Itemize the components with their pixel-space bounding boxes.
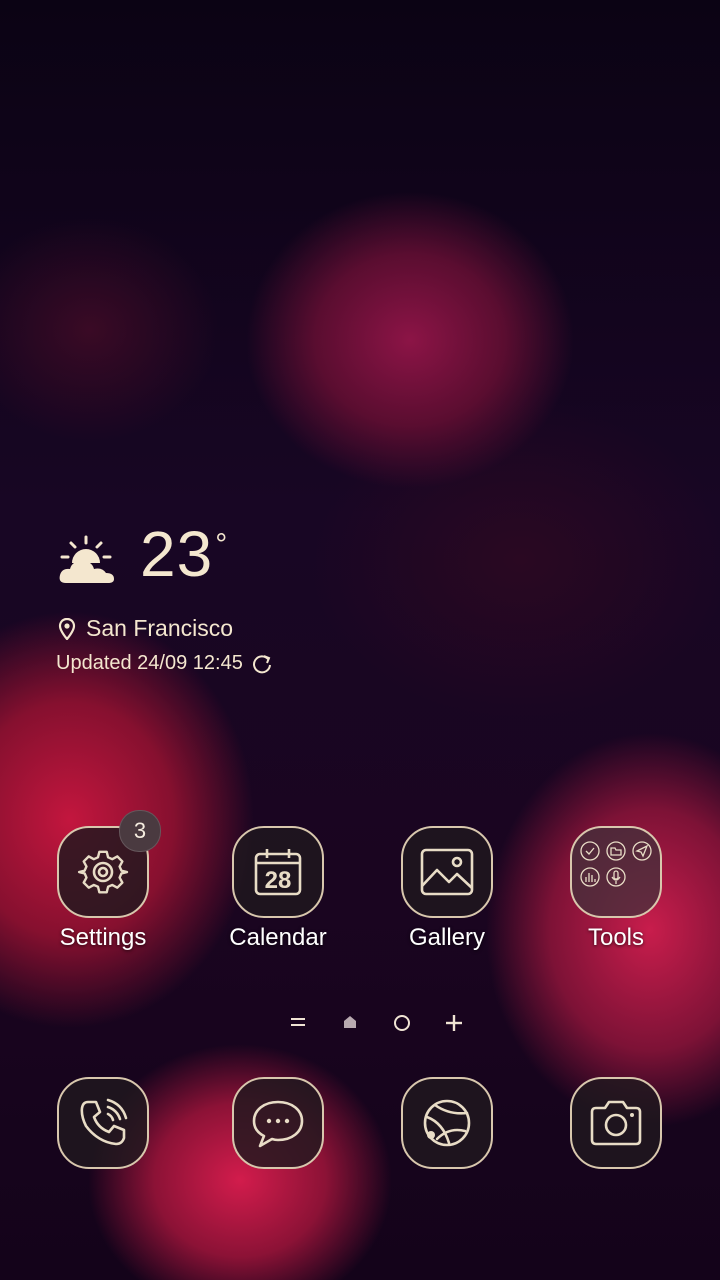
location-name: San Francisco: [86, 615, 234, 641]
location-pin-icon: [58, 617, 76, 640]
folder-icon: [580, 841, 652, 887]
settings-app-icon[interactable]: 3: [57, 810, 161, 918]
gear-icon: [77, 850, 129, 894]
updated-time: Updated 24/09 12:45: [56, 652, 243, 674]
gallery-label: Gallery: [408, 924, 486, 951]
gallery-app-icon[interactable]: [401, 826, 493, 918]
notification-badge: 3: [119, 810, 161, 852]
browser-app-icon[interactable]: [401, 1077, 493, 1169]
messages-app-icon[interactable]: [232, 1077, 324, 1169]
phone-icon: [80, 1098, 128, 1146]
phone-app-icon[interactable]: [57, 1077, 149, 1169]
phone-app[interactable]: [43, 1077, 163, 1169]
gallery-app[interactable]: Gallery: [387, 826, 507, 952]
calendar-app-icon[interactable]: 28: [232, 826, 324, 918]
settings-label: Settings: [59, 924, 147, 951]
menu-lines-icon[interactable]: [290, 1015, 306, 1029]
browser-app[interactable]: [387, 1077, 507, 1169]
home-icon[interactable]: [342, 1014, 358, 1030]
tools-label: Tools: [587, 924, 645, 951]
tools-folder-icon[interactable]: [570, 826, 662, 918]
calendar-app[interactable]: 28 Calendar: [218, 826, 338, 952]
messages-app[interactable]: [218, 1077, 338, 1169]
calendar-label: Calendar: [229, 924, 327, 951]
calendar-day: 28: [265, 867, 292, 894]
plus-icon[interactable]: [444, 1013, 464, 1033]
message-icon: [252, 1100, 304, 1148]
camera-app[interactable]: [556, 1077, 676, 1169]
partly-sunny-icon: [59, 535, 114, 583]
weather-widget[interactable]: 23° San Francisco Updated 24/09 12:45: [56, 518, 273, 675]
degree-symbol: °: [215, 528, 229, 561]
image-icon: [420, 848, 474, 896]
camera-icon: [590, 1100, 642, 1146]
temperature: 23°: [140, 518, 229, 590]
page-indicator: [0, 1008, 720, 1038]
refresh-icon[interactable]: [251, 653, 273, 675]
settings-app[interactable]: 3 Settings: [43, 810, 163, 952]
tools-folder[interactable]: Tools: [556, 826, 676, 952]
page-dot-icon[interactable]: [392, 1013, 412, 1033]
camera-app-icon[interactable]: [570, 1077, 662, 1169]
browser-icon: [423, 1099, 471, 1147]
calendar-icon: 28: [254, 849, 302, 896]
